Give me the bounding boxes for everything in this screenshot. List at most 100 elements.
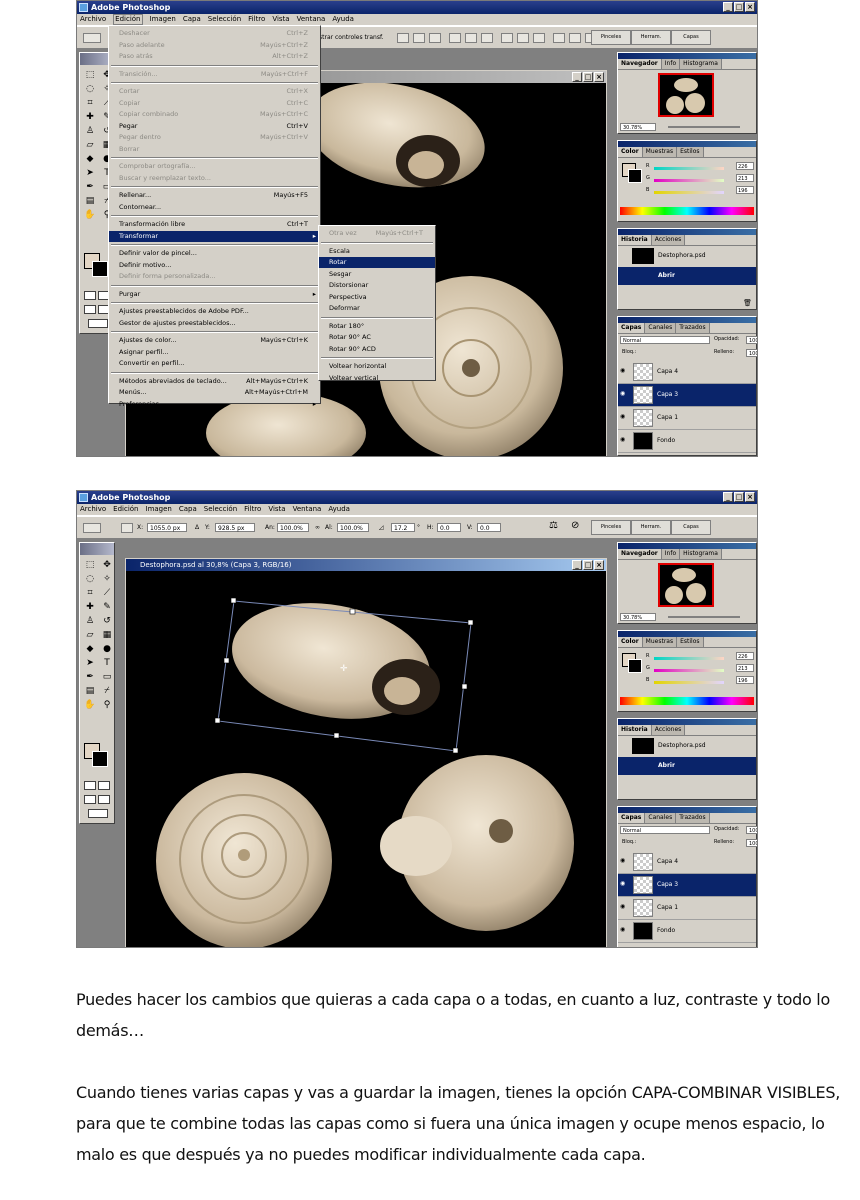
notes-tool-icon[interactable]: ▤ (83, 195, 97, 207)
reference-point-icon[interactable] (121, 523, 133, 533)
history-snapshot[interactable]: Destophora.psd (618, 737, 756, 755)
menu-vista[interactable]: Vista (272, 14, 289, 25)
well-tab-tool-presets[interactable]: Herram. preest. (631, 30, 671, 45)
visibility-eye-icon[interactable]: ◉ (620, 858, 628, 864)
well-tab-layers[interactable]: Capas (671, 30, 711, 45)
visibility-eye-icon[interactable]: ◉ (620, 881, 628, 887)
minimize-button[interactable]: _ (723, 492, 733, 502)
healing-brush-icon[interactable]: ✚ (83, 111, 97, 123)
well-tab-tool-presets[interactable]: Herram. preest. (631, 520, 671, 535)
lasso-tool-icon[interactable]: ◌ (83, 573, 97, 585)
doc-maximize-button[interactable]: □ (583, 560, 593, 570)
blue-slider[interactable]: B 196 (646, 676, 754, 685)
tab-channels[interactable]: Canales (645, 813, 677, 823)
tab-paths[interactable]: Trazados (676, 323, 710, 333)
close-button[interactable]: × (745, 2, 755, 12)
blue-slider[interactable]: B 196 (646, 186, 754, 195)
menu-seleccion[interactable]: Selección (208, 14, 241, 25)
screen-mode-standard-icon[interactable] (84, 795, 96, 804)
align-hcenter-icon[interactable] (465, 33, 477, 43)
zoom-slider[interactable] (668, 126, 740, 128)
menu-item[interactable]: Buscar y reemplazar texto... (109, 173, 320, 184)
layer-row-capa-4[interactable]: ◉ Capa 4 (618, 851, 756, 874)
navigator-thumbnail[interactable] (658, 563, 714, 607)
menu-item[interactable]: Ajustes de color... Mayús+Ctrl+K (109, 335, 320, 346)
layer-row-fondo[interactable]: ◉ Fondo (618, 920, 756, 943)
clone-stamp-icon[interactable]: ♙ (83, 615, 97, 627)
menu-edicion[interactable]: Edición (113, 14, 143, 25)
layer-row-capa-1[interactable]: ◉ Capa 1 (618, 897, 756, 920)
doc-close-button[interactable]: × (594, 560, 604, 570)
tab-info[interactable]: Info (661, 549, 681, 559)
tab-actions[interactable]: Acciones (651, 235, 686, 245)
tab-navigator[interactable]: Navegador (618, 59, 662, 69)
menu-item[interactable]: Cortar Ctrl+X (109, 86, 320, 97)
hand-tool-icon[interactable]: ✋ (83, 209, 97, 221)
align-left-icon[interactable] (449, 33, 461, 43)
menu-item[interactable]: Voltear vertical (319, 373, 435, 384)
eraser-tool-icon[interactable]: ▱ (83, 139, 97, 151)
align-top-icon[interactable] (397, 33, 409, 43)
tab-layers[interactable]: Capas (618, 813, 646, 823)
menu-item[interactable]: Definir forma personalizada... (109, 271, 320, 282)
history-step-open[interactable]: Abrir (618, 757, 756, 775)
doc-close-button[interactable]: × (594, 72, 604, 82)
blend-mode-select[interactable]: Normal (620, 826, 710, 834)
blur-tool-icon[interactable]: ◆ (83, 643, 97, 655)
move-tool-preset-icon[interactable] (83, 33, 101, 43)
menu-item[interactable]: Rellenar... Mayús+F5 (109, 190, 320, 201)
x-position-field[interactable]: 1055.0 px (147, 523, 187, 532)
tab-swatches[interactable]: Muestras (642, 637, 678, 647)
tab-layers[interactable]: Capas (618, 323, 646, 333)
clone-stamp-icon[interactable]: ♙ (83, 125, 97, 137)
link-icon[interactable]: ∞ (315, 522, 320, 534)
distribute-bottom-icon[interactable] (533, 33, 545, 43)
tab-styles[interactable]: Estilos (677, 637, 704, 647)
tab-info[interactable]: Info (661, 59, 681, 69)
h-skew-field[interactable]: 0.0 (437, 523, 461, 532)
menu-edicion[interactable]: Edición (113, 504, 138, 515)
tab-history[interactable]: Historia (618, 235, 652, 245)
menu-item[interactable]: Transición... Mayús+Ctrl+F (109, 69, 320, 80)
menu-item[interactable]: Purgar ▸ (109, 289, 320, 300)
menu-item[interactable]: Borrar (109, 144, 320, 155)
visibility-eye-icon[interactable]: ◉ (620, 927, 628, 933)
menu-item[interactable]: Copiar combinado Mayús+Ctrl+C (109, 109, 320, 120)
menu-item[interactable]: Pegar Ctrl+V (109, 121, 320, 132)
distribute-hcenter-icon[interactable] (569, 33, 581, 43)
menu-item[interactable]: Distorsionar (319, 280, 435, 291)
doc-minimize-button[interactable]: _ (572, 72, 582, 82)
menu-item[interactable]: Contornear... (109, 202, 320, 213)
jump-to-imageready-icon[interactable] (88, 319, 108, 328)
tab-histogram[interactable]: Histograma (680, 59, 722, 69)
magic-wand-icon[interactable]: ✧ (100, 573, 114, 585)
menu-item[interactable]: Escala (319, 246, 435, 257)
well-tab-brushes[interactable]: Pinceles (591, 30, 631, 45)
layer-row-capa-1[interactable]: ◉ Capa 1 (618, 407, 756, 430)
background-color-swatch[interactable] (92, 261, 108, 277)
menu-imagen[interactable]: Imagen (146, 504, 172, 515)
menu-item[interactable]: Definir valor de pincel... (109, 248, 320, 259)
v-skew-field[interactable]: 0.0 (477, 523, 501, 532)
menu-item[interactable]: Métodos abreviados de teclado... Alt+Mayú… (109, 376, 320, 387)
menu-item[interactable]: Perspectiva (319, 292, 435, 303)
tab-paths[interactable]: Trazados (676, 813, 710, 823)
menu-item[interactable]: Deshacer Ctrl+Z (109, 28, 320, 39)
standard-mode-icon[interactable] (84, 291, 96, 300)
visibility-eye-icon[interactable]: ◉ (620, 437, 628, 443)
menu-item[interactable]: Gestor de ajustes preestablecidos... (109, 318, 320, 329)
menu-item[interactable]: Definir motivo... (109, 260, 320, 271)
menu-capa[interactable]: Capa (183, 14, 201, 25)
menu-item[interactable]: Menús... Alt+Mayús+Ctrl+M (109, 387, 320, 398)
menu-item[interactable]: Transformación libre Ctrl+T (109, 219, 320, 230)
color-bg-swatch[interactable] (628, 659, 642, 673)
maximize-button[interactable]: □ (734, 492, 744, 502)
well-tab-brushes[interactable]: Pinceles (591, 520, 631, 535)
warp-mode-icon[interactable]: ⚖ (549, 520, 558, 532)
standard-mode-icon[interactable] (84, 781, 96, 790)
red-value[interactable]: 226 (736, 162, 754, 170)
color-spectrum[interactable] (620, 697, 754, 705)
menu-item[interactable]: Asignar perfil... (109, 347, 320, 358)
close-button[interactable]: × (745, 492, 755, 502)
opacity-field[interactable]: 100 (746, 826, 757, 834)
